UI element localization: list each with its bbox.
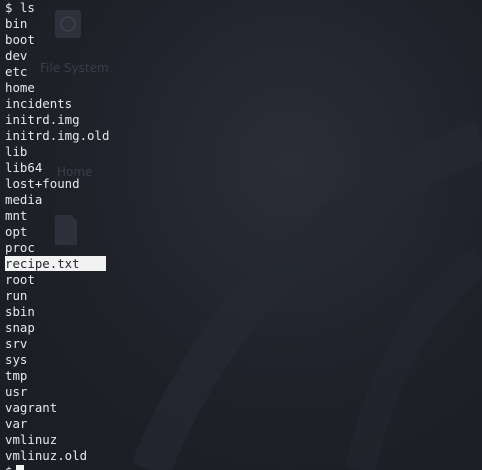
list-item[interactable]: sbin	[5, 304, 482, 320]
entry-name: etc	[5, 64, 28, 79]
entry-name: bin	[5, 16, 28, 31]
list-item[interactable]: vagrant	[5, 400, 482, 416]
entry-name: incidents	[5, 96, 73, 111]
entry-name: tmp	[5, 368, 28, 383]
entry-name: boot	[5, 32, 35, 47]
terminal-window[interactable]: $ ls bin boot dev etc home incidents initrd.im…	[0, 0, 482, 470]
entry-name: home	[5, 80, 35, 95]
entry-name: dev	[5, 48, 28, 63]
entry-name: vmlinuz.old	[5, 448, 88, 463]
list-item[interactable]: lost+found	[5, 176, 482, 192]
list-item[interactable]: bin	[5, 16, 482, 32]
entry-name: run	[5, 288, 28, 303]
list-item[interactable]: home	[5, 80, 482, 96]
list-item[interactable]: dev	[5, 48, 482, 64]
list-item[interactable]: opt	[5, 224, 482, 240]
list-item[interactable]: usr	[5, 384, 482, 400]
entry-name: vagrant	[5, 400, 58, 415]
directory-listing: bin boot dev etc home incidents initrd.img init…	[5, 16, 482, 464]
list-item[interactable]: tmp	[5, 368, 482, 384]
list-item[interactable]: lib	[5, 144, 482, 160]
command-line: $ ls	[5, 0, 35, 15]
text-cursor	[16, 465, 25, 470]
list-item-selected[interactable]: recipe.txt	[5, 256, 482, 272]
list-item[interactable]: lib64	[5, 160, 482, 176]
entry-name: mnt	[5, 208, 28, 223]
entry-name: lost+found	[5, 176, 80, 191]
entry-name: snap	[5, 320, 35, 335]
entry-name: lib	[5, 144, 28, 159]
prompt-line[interactable]: $	[5, 464, 482, 470]
list-item[interactable]: boot	[5, 32, 482, 48]
list-item[interactable]: srv	[5, 336, 482, 352]
entry-name: var	[5, 416, 28, 431]
entry-name: lib64	[5, 160, 43, 175]
list-item[interactable]: etc	[5, 64, 482, 80]
entry-name: recipe.txt	[5, 256, 106, 271]
list-item[interactable]: initrd.img	[5, 112, 482, 128]
entry-name: sbin	[5, 304, 35, 319]
entry-name: sys	[5, 352, 28, 367]
entry-name: initrd.img.old	[5, 128, 110, 143]
list-item[interactable]: run	[5, 288, 482, 304]
list-item[interactable]: incidents	[5, 96, 482, 112]
entry-name: usr	[5, 384, 28, 399]
list-item[interactable]: vmlinuz.old	[5, 448, 482, 464]
entry-name: opt	[5, 224, 28, 239]
list-item[interactable]: snap	[5, 320, 482, 336]
list-item[interactable]: initrd.img.old	[5, 128, 482, 144]
entry-name: media	[5, 192, 43, 207]
list-item[interactable]: root	[5, 272, 482, 288]
prompt-symbol: $	[5, 464, 12, 470]
entry-name: srv	[5, 336, 28, 351]
list-item[interactable]: var	[5, 416, 482, 432]
list-item[interactable]: media	[5, 192, 482, 208]
entry-name: initrd.img	[5, 112, 80, 127]
entry-name: root	[5, 272, 35, 287]
list-item[interactable]: sys	[5, 352, 482, 368]
desktop-screen: File System Home $ ls bin boot dev etc home i…	[0, 0, 482, 470]
list-item[interactable]: vmlinuz	[5, 432, 482, 448]
entry-name: proc	[5, 240, 35, 255]
entry-name: vmlinuz	[5, 432, 58, 447]
list-item[interactable]: mnt	[5, 208, 482, 224]
list-item[interactable]: proc	[5, 240, 482, 256]
